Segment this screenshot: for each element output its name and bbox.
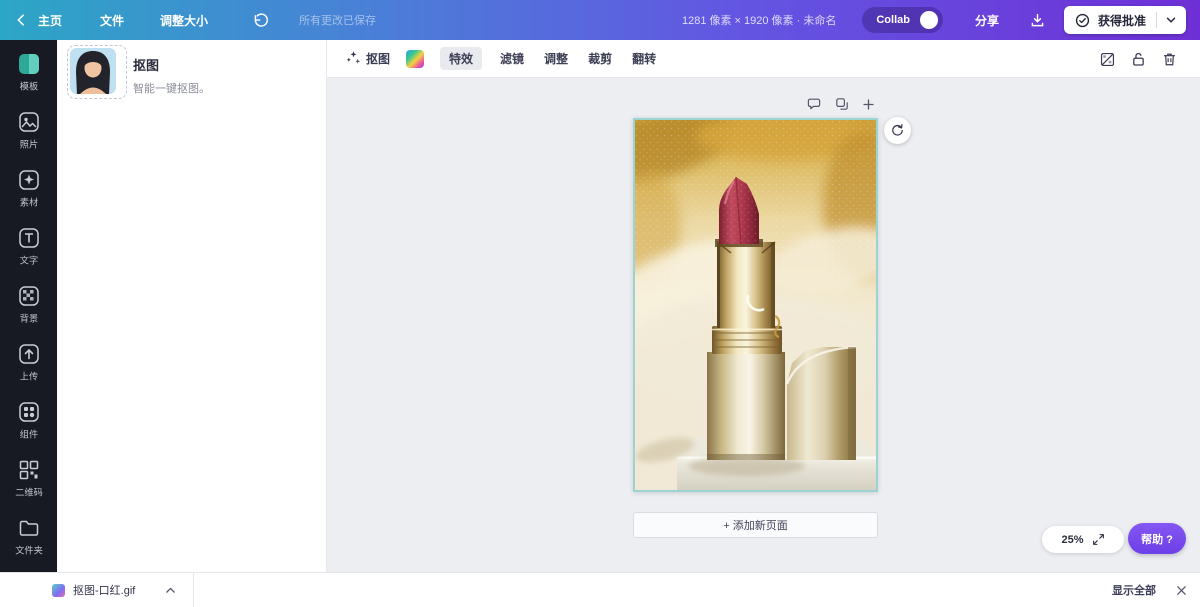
unlock-icon xyxy=(1130,51,1147,68)
share-button[interactable]: 分享 xyxy=(975,12,999,29)
back-button[interactable] xyxy=(14,13,28,27)
approve-label: 获得批准 xyxy=(1098,12,1146,29)
avatar-wrap[interactable] xyxy=(70,48,116,94)
rotate-handle[interactable] xyxy=(884,117,911,144)
panel-title: 抠图 xyxy=(133,55,210,74)
undo-icon xyxy=(252,12,269,29)
add-new-page-button[interactable]: + 添加新页面 xyxy=(633,512,878,538)
tab-adjust[interactable]: 调整 xyxy=(542,47,570,70)
lipstick-photo xyxy=(635,120,876,490)
download-icon xyxy=(1029,12,1046,29)
tab-filters[interactable]: 滤镜 xyxy=(498,47,526,70)
bottom-bar: 抠图-口红.gif 显示全部 xyxy=(0,572,1200,607)
sidebar-item-background[interactable]: 背景 xyxy=(17,284,41,325)
elements-icon xyxy=(17,168,41,192)
menu-resize[interactable]: 调整大小 xyxy=(160,12,208,29)
fullscreen-expand-icon[interactable] xyxy=(1092,533,1105,546)
delete-button[interactable] xyxy=(1161,51,1178,68)
portrait-avatar-image xyxy=(70,48,116,94)
avatar xyxy=(70,48,116,94)
check-circle-icon xyxy=(1074,12,1091,29)
panel-subtitle: 智能一键抠图。 xyxy=(133,80,210,96)
filter-preview-icon[interactable] xyxy=(406,50,424,68)
collapse-button[interactable] xyxy=(164,584,177,597)
download-button[interactable] xyxy=(1029,12,1046,29)
transparency-icon xyxy=(1099,51,1116,68)
toggle-knob xyxy=(920,11,938,29)
tab-effects[interactable]: 特效 xyxy=(440,47,482,70)
canvas-toolbar: 抠图 特效 滤镜 调整 裁剪 翻转 xyxy=(327,40,1200,78)
transparency-button[interactable] xyxy=(1099,51,1116,68)
editor-app: 主页 文件 调整大小 所有更改已保存 1281 像素 × 1920 像素 · 未… xyxy=(0,0,1200,606)
tab-flip[interactable]: 翻转 xyxy=(630,47,658,70)
components-icon xyxy=(17,400,41,424)
toolbar-right-actions xyxy=(1099,40,1178,78)
collab-toggle[interactable]: Collab xyxy=(862,7,943,33)
menu-home[interactable]: 主页 xyxy=(38,12,62,29)
duplicate-page-button[interactable] xyxy=(834,96,850,112)
sidebar-item-folders[interactable]: 文件夹 xyxy=(14,516,44,557)
folder-icon xyxy=(17,516,41,540)
close-icon xyxy=(1175,584,1188,597)
show-all-button[interactable]: 显示全部 xyxy=(1112,573,1156,607)
chevron-left-icon xyxy=(14,13,28,27)
icon-sidebar: 模板 照片 素材 文字 背景 上传 组件 二维码 xyxy=(0,40,57,572)
panel-texts: 抠图 智能一键抠图。 xyxy=(133,48,210,96)
page-action-icons xyxy=(806,96,875,112)
sidebar-item-photos[interactable]: 照片 xyxy=(17,110,41,151)
text-icon xyxy=(17,226,41,250)
cutout-label: 抠图 xyxy=(366,50,390,67)
panel-header: 抠图 智能一键抠图。 xyxy=(70,48,210,96)
photo-icon xyxy=(17,110,41,134)
approve-button[interactable]: 获得批准 xyxy=(1064,6,1186,34)
menu-file[interactable]: 文件 xyxy=(100,12,124,29)
help-button[interactable]: 帮助 ? xyxy=(1128,523,1186,554)
tab-crop[interactable]: 裁剪 xyxy=(586,47,614,70)
sidebar-item-qrcode[interactable]: 二维码 xyxy=(14,458,44,499)
lock-button[interactable] xyxy=(1130,51,1147,68)
rotate-icon xyxy=(890,123,905,138)
saved-status: 所有更改已保存 xyxy=(299,12,376,28)
selected-image-lipstick[interactable] xyxy=(633,118,878,492)
comment-icon xyxy=(806,96,822,112)
top-bar: 主页 文件 调整大小 所有更改已保存 1281 像素 × 1920 像素 · 未… xyxy=(0,0,1200,40)
undo-button[interactable] xyxy=(252,12,269,29)
cutout-button[interactable]: 抠图 xyxy=(345,50,390,67)
qrcode-icon xyxy=(17,458,41,482)
collab-label: Collab xyxy=(876,14,910,26)
chevron-up-icon xyxy=(164,584,177,597)
cutout-tool-panel: 抠图 智能一键抠图。 xyxy=(57,40,327,572)
sidebar-item-templates[interactable]: 模板 xyxy=(17,52,41,93)
chevron-down-icon[interactable] xyxy=(1164,13,1178,27)
sidebar-item-elements[interactable]: 素材 xyxy=(17,168,41,209)
duplicate-icon xyxy=(834,96,850,112)
close-bar-button[interactable] xyxy=(1175,573,1188,607)
zoom-level: 25% xyxy=(1061,534,1083,546)
document-info: 1281 像素 × 1920 像素 · 未命名 xyxy=(682,12,836,28)
template-icon xyxy=(17,52,41,76)
add-page-icon-button[interactable] xyxy=(862,98,875,111)
sidebar-item-components[interactable]: 组件 xyxy=(17,400,41,441)
sidebar-item-text[interactable]: 文字 xyxy=(17,226,41,267)
trash-icon xyxy=(1161,51,1178,68)
pages-tab[interactable]: 抠图-口红.gif xyxy=(0,573,194,607)
divider xyxy=(1156,12,1157,28)
comment-button[interactable] xyxy=(806,96,822,112)
upload-icon xyxy=(17,342,41,366)
background-icon xyxy=(17,284,41,308)
file-name: 抠图-口红.gif xyxy=(73,582,135,598)
gif-file-icon xyxy=(52,584,65,597)
magic-wand-icon xyxy=(345,50,362,67)
zoom-control[interactable]: 25% xyxy=(1042,526,1124,553)
plus-icon xyxy=(862,98,875,111)
sidebar-item-upload[interactable]: 上传 xyxy=(17,342,41,383)
